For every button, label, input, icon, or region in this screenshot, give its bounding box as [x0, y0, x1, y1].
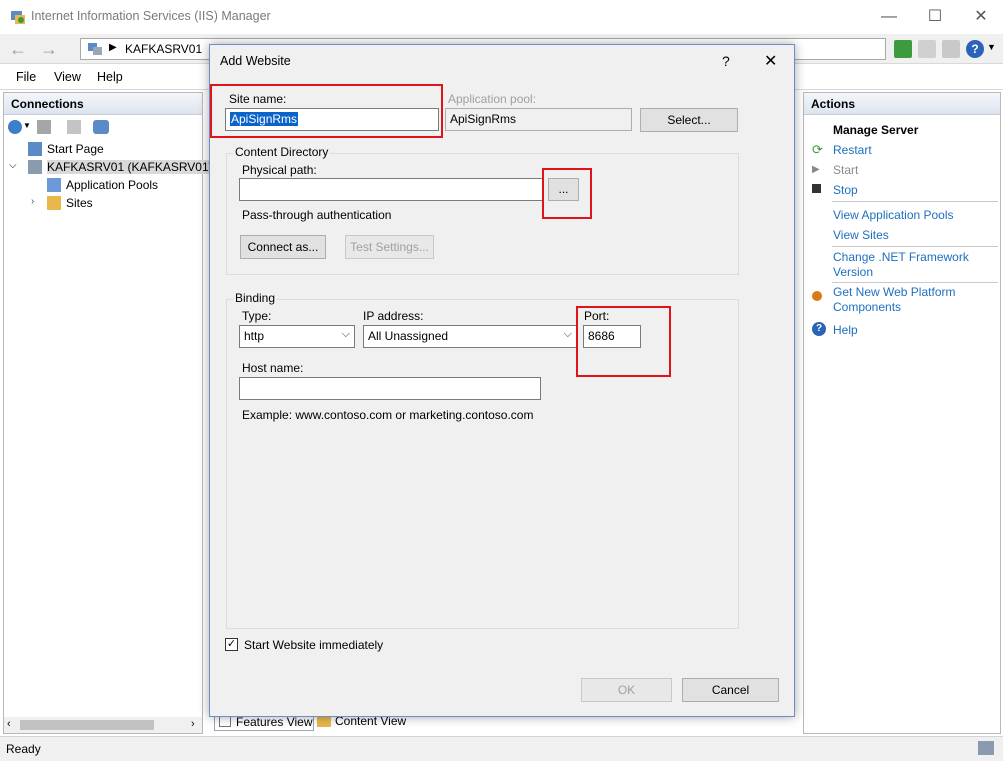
- start-immediately-checkbox[interactable]: ✓: [225, 638, 238, 651]
- action-restart[interactable]: Restart: [833, 143, 872, 158]
- dialog-close-button[interactable]: ✕: [764, 51, 777, 71]
- connect-as-button[interactable]: Connect as...: [240, 235, 326, 259]
- select-app-pool-button[interactable]: Select...: [640, 108, 738, 132]
- tree-sites[interactable]: Sites: [66, 196, 93, 210]
- chevron-down-icon: ⌵: [563, 328, 572, 340]
- action-change-net-framework-line2[interactable]: Version: [833, 265, 873, 280]
- dialog-help-button[interactable]: ?: [722, 53, 730, 69]
- tree-expand-sites-icon[interactable]: ›: [31, 196, 34, 207]
- maximize-button[interactable]: ☐: [912, 0, 958, 34]
- sites-folder-icon: [47, 196, 61, 210]
- web-platform-icon: [812, 291, 822, 301]
- start-page-icon: [28, 142, 42, 156]
- type-value: http: [244, 329, 265, 343]
- tree-application-pools[interactable]: Application Pools: [66, 178, 158, 192]
- test-settings-button: Test Settings...: [345, 235, 434, 259]
- back-button[interactable]: ←: [5, 39, 31, 61]
- host-name-input[interactable]: [239, 377, 541, 400]
- tree-start-page[interactable]: Start Page: [47, 142, 104, 156]
- pass-through-label: Pass-through authentication: [242, 208, 392, 222]
- server-status-icon: [978, 741, 994, 755]
- host-name-label: Host name:: [242, 361, 304, 375]
- connections-pane: Connections ▼ Start Page ⌵ KAFKASRV01 (K…: [3, 92, 220, 734]
- dialog-title: Add Website: [220, 54, 291, 68]
- ip-address-label: IP address:: [363, 309, 424, 323]
- help-dropdown-icon[interactable]: ▼: [987, 42, 996, 52]
- minimize-button[interactable]: —: [866, 0, 912, 34]
- breadcrumb-arrow-icon: ▶: [109, 42, 117, 53]
- disconnect-icon[interactable]: [93, 120, 109, 134]
- scrollbar-thumb[interactable]: [20, 720, 154, 730]
- connect-dropdown-icon[interactable]: ▼: [23, 121, 31, 130]
- status-text: Ready: [6, 742, 41, 756]
- action-stop[interactable]: Stop: [833, 183, 858, 198]
- menu-file[interactable]: File: [16, 70, 36, 84]
- action-view-sites[interactable]: View Sites: [833, 228, 889, 243]
- server-node-icon: [28, 160, 42, 174]
- physical-path-input[interactable]: [239, 178, 544, 201]
- type-select[interactable]: http ⌵: [239, 325, 355, 348]
- tree-expand-server-icon[interactable]: ⌵: [9, 160, 17, 171]
- tab-features-label: Features View: [236, 715, 313, 729]
- close-button[interactable]: ✕: [958, 0, 1003, 34]
- home-icon[interactable]: [942, 40, 960, 58]
- type-label: Type:: [242, 309, 272, 323]
- binding-legend: Binding: [233, 291, 278, 305]
- cancel-button[interactable]: Cancel: [682, 678, 779, 702]
- tree-server[interactable]: KAFKASRV01 (KAFKASRV01\A: [47, 160, 220, 174]
- highlight-site-name: [210, 84, 443, 138]
- actions-pane: Actions Manage Server ⟳ Restart ▶ Start …: [803, 92, 1001, 734]
- highlight-port: [576, 306, 671, 377]
- stop-icon[interactable]: [918, 40, 936, 58]
- action-get-web-platform-line1[interactable]: Get New Web Platform: [833, 285, 955, 300]
- refresh-icon[interactable]: [894, 40, 912, 58]
- help-icon[interactable]: ?: [966, 40, 984, 58]
- highlight-browse: [542, 168, 592, 219]
- start-icon: ▶: [812, 164, 820, 175]
- physical-path-label: Physical path:: [242, 163, 317, 177]
- save-icon[interactable]: [37, 120, 51, 134]
- horizontal-scrollbar[interactable]: ‹ ›: [4, 717, 202, 733]
- chevron-down-icon: ⌵: [341, 328, 350, 340]
- app-pools-icon: [47, 178, 61, 192]
- ok-button: OK: [581, 678, 672, 702]
- menu-view[interactable]: View: [54, 70, 81, 84]
- iis-app-icon: [11, 11, 25, 24]
- stop-icon: [812, 184, 821, 193]
- help-circle-icon: ?: [812, 322, 826, 336]
- server-icon: [88, 43, 102, 55]
- connections-header: Connections: [4, 93, 202, 115]
- actions-header: Actions: [804, 93, 1000, 115]
- up-level-icon[interactable]: [67, 120, 81, 134]
- start-immediately-label[interactable]: Start Website immediately: [244, 638, 383, 652]
- action-start: Start: [833, 163, 859, 177]
- content-directory-legend: Content Directory: [233, 145, 331, 159]
- application-pool-field: ApiSignRms: [445, 108, 632, 131]
- manage-server-heading: Manage Server: [833, 123, 919, 137]
- action-help[interactable]: Help: [833, 323, 858, 338]
- action-change-net-framework-line1[interactable]: Change .NET Framework: [833, 250, 969, 265]
- ip-address-select[interactable]: All Unassigned ⌵: [363, 325, 577, 348]
- add-website-dialog: Add Website ? ✕ Site name: ApiSignRms Ap…: [209, 44, 795, 717]
- scroll-left-icon[interactable]: ‹: [7, 718, 11, 730]
- status-bar: Ready: [0, 736, 1003, 761]
- breadcrumb-server[interactable]: KAFKASRV01: [125, 42, 202, 56]
- ip-address-value: All Unassigned: [368, 329, 449, 343]
- window-title: Internet Information Services (IIS) Mana…: [31, 9, 271, 23]
- connections-toolbar: ▼: [4, 116, 202, 138]
- menu-help[interactable]: Help: [97, 70, 123, 84]
- restart-icon: ⟳: [812, 142, 823, 157]
- action-get-web-platform-line2[interactable]: Components: [833, 300, 901, 315]
- application-pool-label: Application pool:: [448, 92, 537, 106]
- host-name-example: Example: www.contoso.com or marketing.co…: [242, 408, 534, 422]
- connect-globe-icon[interactable]: [8, 120, 22, 134]
- forward-button[interactable]: →: [36, 39, 62, 61]
- scroll-right-icon[interactable]: ›: [191, 718, 195, 730]
- title-bar: Internet Information Services (IIS) Mana…: [0, 0, 1003, 34]
- action-view-application-pools[interactable]: View Application Pools: [833, 208, 954, 223]
